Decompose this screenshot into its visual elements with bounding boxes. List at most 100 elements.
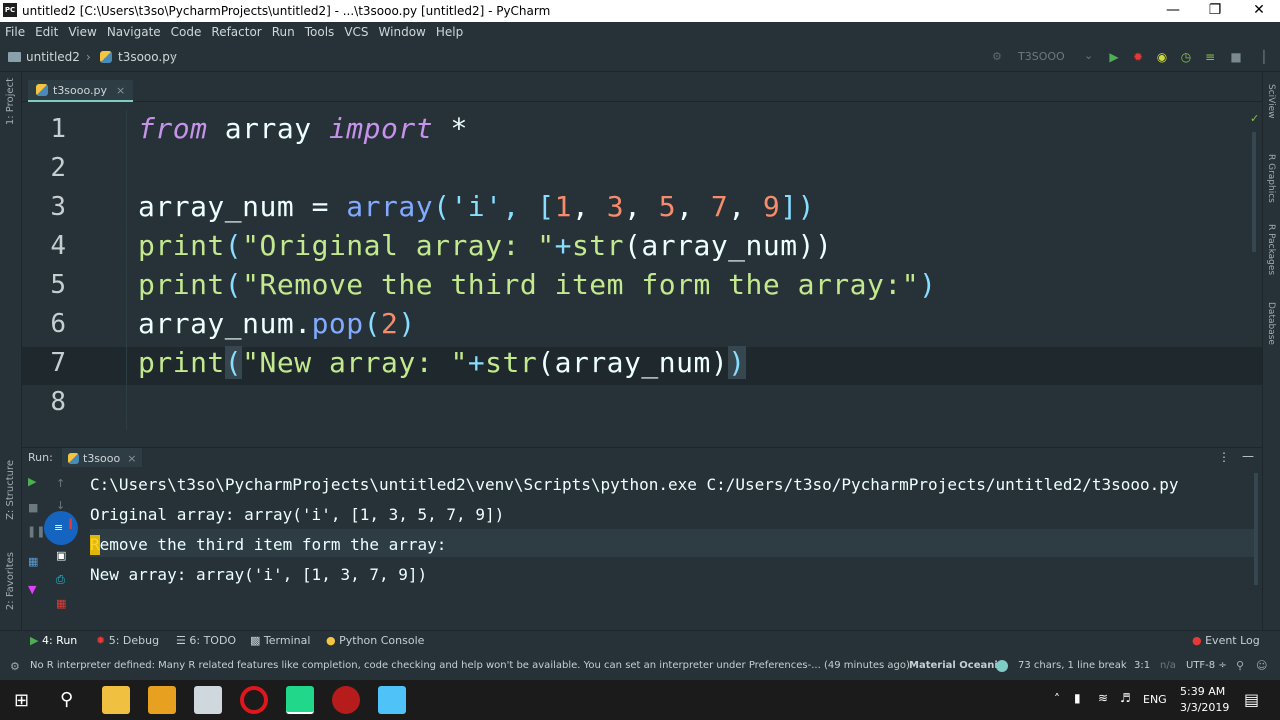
close-window-button[interactable]: ✕ — [1236, 0, 1280, 22]
soft-wrap-icon[interactable]: ≡ — [54, 521, 63, 534]
menu-vcs[interactable]: VCS — [339, 22, 373, 42]
menu-help[interactable]: Help — [431, 22, 468, 42]
breadcrumb-project[interactable]: untitled2 — [26, 50, 80, 64]
search-icon[interactable]: ⚲ — [60, 689, 73, 710]
menu-view[interactable]: View — [63, 22, 101, 42]
folder-icon — [8, 52, 21, 62]
profile-button[interactable]: ◷ — [1178, 49, 1194, 65]
pause-icon[interactable]: ❚❚ — [27, 525, 45, 538]
right-tool-strip: SciView R Graphics R Packages Database — [1262, 72, 1280, 632]
run-configuration-select[interactable]: ⚙ T3SOOO ⌄ — [984, 47, 1100, 67]
status-message[interactable]: No R interpreter defined: Many R related… — [30, 660, 910, 671]
identifier: array — [207, 112, 329, 145]
recorder-icon[interactable] — [332, 686, 360, 714]
print-icon[interactable]: ⎙ — [56, 573, 65, 587]
pin-icon[interactable]: ▼ — [28, 583, 36, 596]
tool-tab-event-log[interactable]: ● Event Log — [1192, 634, 1260, 647]
run-toolbar-right: ↑ ↓ ≡ I ▣ ⎙ ▦ — [44, 467, 78, 630]
tool-tab-python-console[interactable]: ● Python Console — [326, 634, 424, 647]
notepad-icon[interactable] — [378, 686, 406, 714]
run-button[interactable]: ▶ — [1106, 49, 1122, 65]
line-separator[interactable]: n/a — [1160, 660, 1176, 671]
line-number: 6 — [50, 309, 66, 339]
run-console[interactable]: ▶ ■ ❚❚ ▦ ▼ ↑ ↓ ≡ I ▣ ⎙ ▦ C:\Users\t3so\P… — [22, 467, 1262, 630]
close-tab-icon[interactable]: × — [116, 84, 125, 97]
code-editor[interactable]: ✓ 1 2 3 4 5 6 7 8 from array import * ar… — [22, 110, 1262, 430]
volume-icon[interactable]: ♬ — [1120, 691, 1131, 705]
r-graphics-tool-tab[interactable]: R Graphics — [1266, 154, 1276, 203]
run-toolbar-left: ▶ ■ ❚❚ ▦ ▼ — [22, 467, 46, 630]
run-tab-label: t3sooo — [83, 451, 121, 465]
run-tab-t3sooo[interactable]: t3sooo × — [62, 448, 143, 468]
tool-tab-terminal[interactable]: ▩ Terminal — [250, 634, 310, 647]
sublime-text-icon[interactable] — [148, 686, 176, 714]
tool-tab-run[interactable]: ▶ 4: Run — [30, 634, 77, 647]
battery-icon[interactable]: ▮ — [1074, 691, 1081, 705]
file-encoding[interactable]: UTF-8 ÷ — [1186, 660, 1227, 671]
separator: , — [624, 190, 659, 223]
close-tab-icon[interactable]: × — [127, 452, 136, 465]
pycharm-taskbar-icon[interactable] — [286, 686, 314, 714]
up-arrow-icon[interactable]: ↑ — [56, 477, 65, 490]
tab-t3sooo-py[interactable]: t3sooo.py × — [28, 80, 134, 102]
show-hidden-icons-icon[interactable]: ˄ — [1054, 692, 1060, 706]
menu-navigate[interactable]: Navigate — [102, 22, 166, 42]
search-everywhere-icon[interactable]: │ — [1256, 49, 1272, 65]
menu-window[interactable]: Window — [374, 22, 431, 42]
r-packages-tool-tab[interactable]: R Packages — [1266, 224, 1276, 275]
menu-file[interactable]: File — [0, 22, 30, 42]
rerun-icon[interactable]: ▶ — [28, 475, 36, 488]
scroll-to-end-icon[interactable]: ▣ — [56, 549, 66, 562]
menu-run[interactable]: Run — [267, 22, 300, 42]
file-explorer-icon[interactable] — [102, 686, 130, 714]
run-panel-header: Run: t3sooo × ⋮ — — [22, 447, 1262, 468]
menu-tools[interactable]: Tools — [300, 22, 340, 42]
breadcrumb-file[interactable]: t3sooo.py — [118, 50, 177, 64]
inspector-icon[interactable]: ☺ — [1256, 659, 1267, 672]
notifications-icon[interactable]: ▤ — [1244, 690, 1259, 709]
number: 9 — [762, 190, 781, 223]
stop-button[interactable]: ■ — [1228, 49, 1244, 65]
trash-icon[interactable]: ▦ — [56, 597, 66, 610]
stop-icon[interactable]: ■ — [28, 501, 38, 514]
coverage-button[interactable]: ◉ — [1154, 49, 1170, 65]
tool-tab-run-label: 4: Run — [41, 634, 78, 647]
editor-scrollbar[interactable] — [1252, 132, 1256, 252]
debug-button[interactable]: ✹ — [1130, 49, 1146, 65]
menu-refactor[interactable]: Refactor — [206, 22, 266, 42]
project-tool-tab[interactable]: 1: Project — [5, 78, 16, 125]
minimize-button[interactable]: — — [1150, 0, 1196, 22]
line-number: 1 — [50, 114, 66, 144]
operator: + — [554, 229, 572, 262]
favorites-tool-tab[interactable]: 2: Favorites — [5, 552, 16, 610]
tool-tab-todo[interactable]: ☰ 6: TODO — [176, 634, 236, 647]
sciview-tool-tab[interactable]: SciView — [1266, 84, 1276, 119]
tool-tab-debug[interactable]: ✹ 5: Debug — [96, 634, 159, 647]
database-tool-tab[interactable]: Database — [1266, 302, 1276, 345]
hide-panel-icon[interactable]: — — [1242, 449, 1254, 463]
windows-start-icon[interactable]: ⊞ — [14, 690, 29, 711]
more-options-icon[interactable]: ⋮ — [1218, 450, 1230, 464]
menu-code[interactable]: Code — [166, 22, 207, 42]
app-window-icon[interactable] — [194, 686, 222, 714]
lock-icon[interactable]: ⚲ — [1236, 659, 1244, 672]
clock-time[interactable]: 5:39 AM — [1180, 685, 1225, 698]
python-file-icon — [100, 51, 112, 63]
theme-indicator[interactable]: Material Oceanic — [909, 660, 1004, 671]
opera-browser-icon[interactable] — [240, 686, 268, 714]
cursor-position[interactable]: 3:1 — [1134, 660, 1150, 671]
layout-icon[interactable]: ▦ — [28, 555, 38, 568]
restore-button[interactable]: ❐ — [1192, 0, 1238, 22]
wifi-icon[interactable]: ≋ — [1098, 691, 1108, 705]
number: 2 — [381, 307, 399, 340]
concurrency-button[interactable]: ≡ — [1202, 49, 1218, 65]
menu-edit[interactable]: Edit — [30, 22, 63, 42]
python-console-icon: ● — [326, 634, 336, 647]
console-scrollbar[interactable] — [1254, 473, 1258, 585]
builtin-function: print — [138, 229, 225, 262]
language-indicator[interactable]: ENG — [1143, 693, 1167, 706]
theme-color-icon — [996, 660, 1008, 672]
clock-date[interactable]: 3/3/2019 — [1180, 701, 1229, 714]
selection-info: 73 chars, 1 line break — [1018, 660, 1127, 671]
structure-tool-tab[interactable]: Z: Structure — [5, 460, 16, 520]
